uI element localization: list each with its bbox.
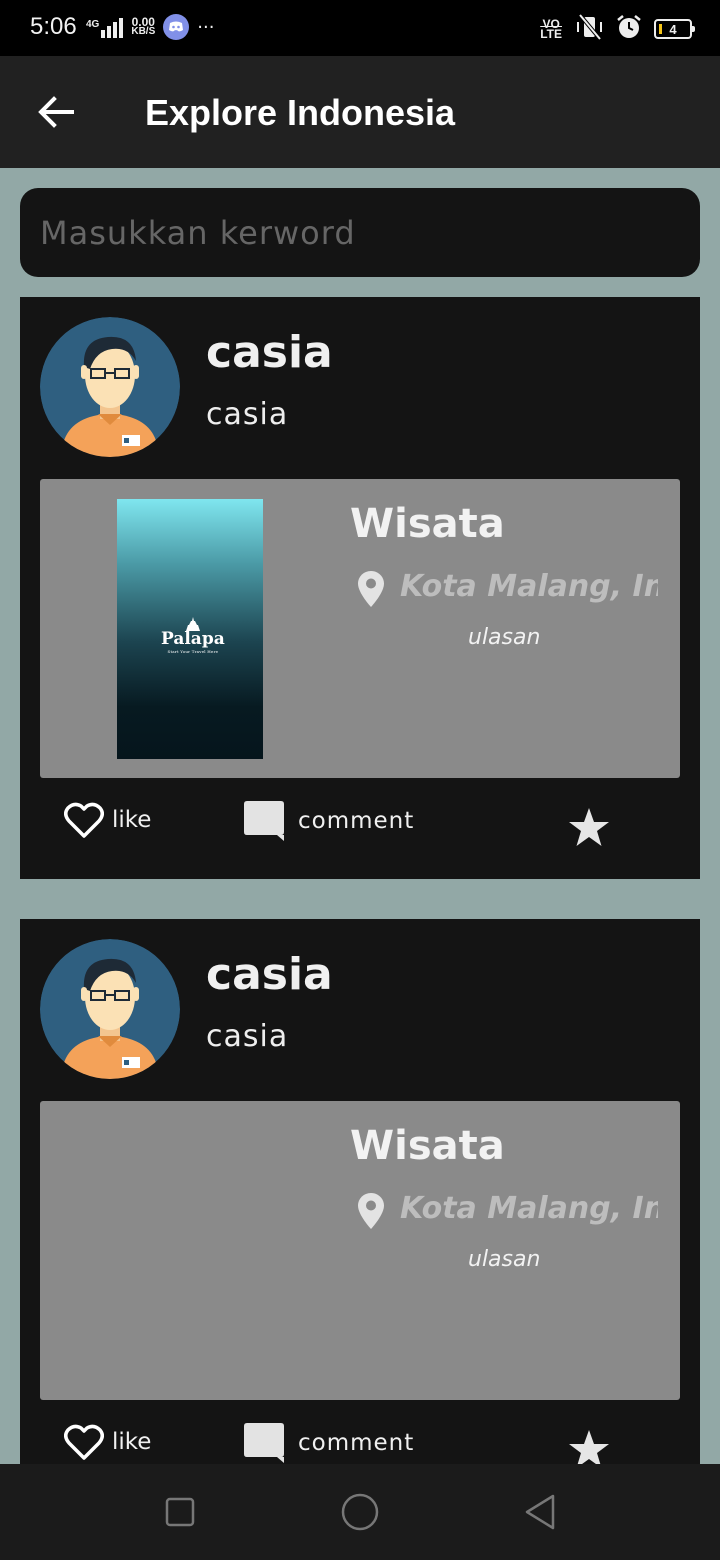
comment-icon — [244, 1423, 284, 1463]
discord-icon — [163, 14, 190, 40]
comment-label: comment — [298, 1430, 415, 1456]
status-time: 5:06 — [30, 13, 77, 40]
palapa-logo: Palapa Start Your Travel Here — [161, 617, 225, 654]
app-bar: Explore Indonesia — [0, 56, 720, 168]
home-button[interactable] — [340, 1492, 380, 1532]
like-label: like — [112, 1429, 152, 1455]
nav-back-button[interactable] — [520, 1492, 560, 1532]
post-author-username: casia — [206, 397, 289, 432]
volte-indicator: VO LTE — [540, 18, 562, 41]
vibrate-off-icon — [574, 13, 604, 44]
back-triangle-icon — [525, 1494, 555, 1530]
place-location: Kota Malang, Indonesia — [400, 569, 658, 604]
data-speed: 0.00 KB/S — [131, 16, 156, 37]
heart-icon — [64, 802, 104, 838]
avatar[interactable] — [40, 939, 180, 1079]
favorite-button[interactable] — [568, 807, 610, 847]
place-title: Wisata — [350, 501, 505, 547]
post-content[interactable]: Palapa Start Your Travel Here Wisata Kot… — [40, 479, 680, 778]
comment-button[interactable]: comment — [244, 801, 414, 841]
star-icon — [569, 1430, 609, 1468]
alarm-icon — [616, 14, 642, 44]
star-icon — [569, 808, 609, 846]
recents-square-icon — [165, 1497, 195, 1527]
home-circle-icon — [341, 1493, 379, 1531]
like-label: like — [112, 807, 152, 833]
more-indicator: ··· — [197, 16, 215, 38]
battery-icon: 4 — [654, 19, 695, 39]
post-author-name: casia — [206, 949, 333, 1000]
post-card: casia casia Wisata Kota Malang, Indonesi… — [20, 919, 700, 1501]
volte-bottom: LTE — [540, 27, 562, 41]
comment-icon — [244, 801, 284, 841]
heart-icon — [64, 1424, 104, 1460]
arrow-left-icon — [38, 96, 74, 128]
speed-unit: KB/S — [131, 26, 156, 37]
comment-button[interactable]: comment — [244, 1423, 414, 1463]
place-review: ulasan — [468, 1247, 541, 1272]
status-left-icons: 4G 0.00 KB/S ··· — [86, 14, 214, 40]
battery-level: 4 — [669, 21, 677, 37]
comment-label: comment — [298, 808, 415, 834]
page-title: Explore Indonesia — [145, 92, 456, 133]
status-bar: 5:06 4G 0.00 KB/S ··· VO LTE 4 — [0, 0, 720, 56]
system-nav-bar — [0, 1464, 720, 1560]
search-box — [20, 188, 700, 277]
place-location-row: Kota Malang, Indonesia — [358, 567, 658, 613]
place-review: ulasan — [468, 625, 541, 650]
post-content[interactable]: Wisata Kota Malang, Indonesia ulasan — [40, 1101, 680, 1400]
location-pin-icon — [358, 571, 384, 607]
post-card: casia casia Palapa Start Your Travel Her… — [20, 297, 700, 879]
place-location-row: Kota Malang, Indonesia — [358, 1189, 658, 1235]
back-button[interactable] — [30, 86, 82, 138]
logo-tagline: Start Your Travel Here — [167, 649, 219, 654]
search-input[interactable] — [40, 206, 680, 260]
post-author-name: casia — [206, 327, 333, 378]
place-title: Wisata — [350, 1123, 505, 1169]
location-pin-icon — [358, 1193, 384, 1229]
like-button[interactable]: like — [64, 801, 151, 839]
signal-icon: 4G — [86, 16, 124, 38]
favorite-button[interactable] — [568, 1429, 610, 1469]
status-right-icons: VO LTE 4 — [540, 13, 695, 44]
avatar[interactable] — [40, 317, 180, 457]
recents-button[interactable] — [160, 1492, 200, 1532]
post-thumbnail: Palapa Start Your Travel Here — [117, 499, 263, 759]
place-location: Kota Malang, Indonesia — [400, 1191, 658, 1226]
logo-text: Palapa — [161, 629, 225, 649]
like-button[interactable]: like — [64, 1423, 151, 1461]
post-author-username: casia — [206, 1019, 289, 1054]
network-type: 4G — [86, 19, 100, 30]
